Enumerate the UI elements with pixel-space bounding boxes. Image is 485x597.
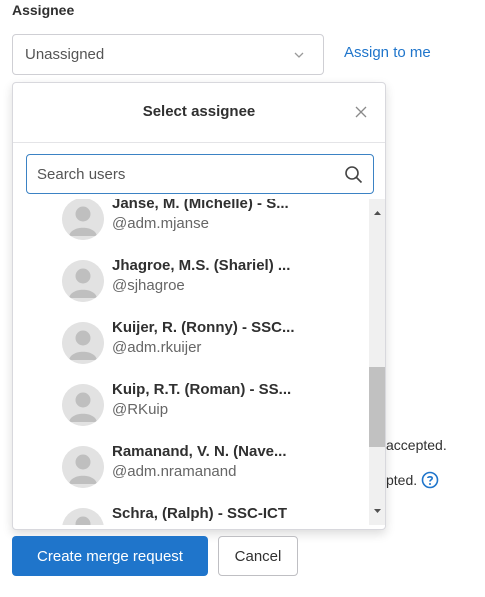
close-icon[interactable]: [353, 104, 369, 120]
search-users-field[interactable]: [26, 154, 374, 194]
create-merge-request-button[interactable]: Create merge request: [12, 536, 208, 576]
dropdown-header: Select assignee: [13, 83, 385, 143]
avatar: [62, 384, 104, 426]
assignee-select[interactable]: Unassigned: [12, 34, 324, 75]
background-pted-label: pted.: [386, 472, 418, 488]
user-handle: @adm.mjanse: [112, 215, 209, 232]
user-list-item[interactable]: Jhagroe, M.S. (Shariel) ... @sjhagroe: [13, 245, 369, 307]
user-handle: @adm.nramanand: [112, 463, 237, 480]
avatar: [62, 322, 104, 364]
assignee-label: Assignee: [12, 2, 75, 18]
user-name: Ramanand, V. N. (Nave...: [112, 443, 287, 460]
avatar: [62, 199, 104, 240]
user-handle: @adm.rkuijer: [112, 339, 202, 356]
chevron-down-icon: [294, 52, 304, 58]
user-list-item[interactable]: Kuip, R.T. (Roman) - SS... @RKuip: [13, 369, 369, 431]
assign-to-me-link[interactable]: Assign to me: [344, 44, 431, 61]
user-list: Janse, M. (Michelle) - S... @adm.mjanse …: [13, 199, 369, 525]
avatar: [62, 260, 104, 302]
scrollbar-thumb[interactable]: [369, 367, 385, 447]
background-accepted-text: accepted.: [386, 437, 447, 453]
user-name: Jhagroe, M.S. (Shariel) ...: [112, 257, 291, 274]
background-pted-text: pted.: [386, 471, 439, 489]
user-name: Schra, (Ralph) - SSC-ICT: [112, 505, 288, 522]
scroll-down-arrow-icon[interactable]: [369, 505, 386, 517]
help-icon[interactable]: [421, 471, 439, 489]
user-list-item[interactable]: Janse, M. (Michelle) - S... @adm.mjanse: [13, 199, 369, 245]
assignee-select-value: Unassigned: [25, 46, 105, 63]
select-assignee-dropdown: Select assignee Janse, M. (Michelle) - S…: [12, 82, 386, 530]
cancel-button[interactable]: Cancel: [218, 536, 298, 576]
avatar: [62, 446, 104, 488]
search-icon: [345, 166, 363, 184]
user-handle: @sjhagroe: [112, 277, 185, 294]
dropdown-title: Select assignee: [142, 103, 256, 120]
scroll-up-arrow-icon[interactable]: [369, 207, 386, 219]
user-name: Kuip, R.T. (Roman) - SS...: [112, 381, 292, 398]
search-users-input[interactable]: [27, 155, 327, 193]
user-list-item[interactable]: Ramanand, V. N. (Nave... @adm.nramanand: [13, 431, 369, 493]
user-name: Kuijer, R. (Ronny) - SSC...: [112, 319, 295, 336]
avatar: [62, 508, 104, 525]
user-handle: @RKuip: [112, 401, 169, 418]
user-name: Janse, M. (Michelle) - S...: [112, 199, 289, 212]
list-scrollbar[interactable]: [369, 199, 386, 525]
user-list-item[interactable]: Kuijer, R. (Ronny) - SSC... @adm.rkuijer: [13, 307, 369, 369]
user-list-item[interactable]: Schra, (Ralph) - SSC-ICT: [13, 493, 369, 525]
